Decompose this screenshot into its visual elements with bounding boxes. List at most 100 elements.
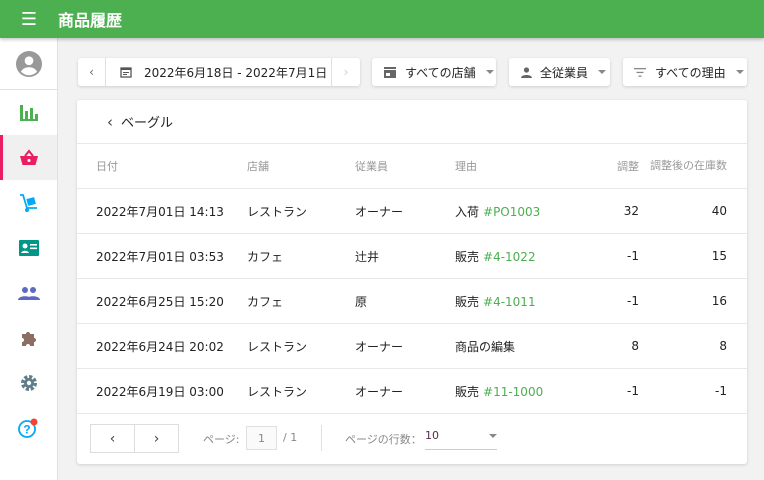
next-date-button[interactable]: › <box>331 58 360 86</box>
cell-date: 2022年7月01日 14:13 <box>96 204 224 219</box>
date-range-button[interactable]: 2022年6月18日 - 2022年7月1日 <box>106 64 331 81</box>
sidebar-item-settings[interactable] <box>0 360 57 405</box>
avatar[interactable] <box>0 38 57 90</box>
column-date[interactable]: 日付 <box>96 158 118 174</box>
table-header: 日付 店舗 従業員 理由 調整 調整後の在庫数 <box>77 144 747 189</box>
employee-filter[interactable]: 全従業員 <box>509 58 610 86</box>
sidebar: ? <box>0 38 58 480</box>
caret-down-icon <box>485 70 494 74</box>
cell-adjustment: 32 <box>623 204 639 218</box>
page-input[interactable]: 1 <box>246 426 277 450</box>
table-row[interactable]: 2022年7月01日 14:13 レストラン オーナー 入荷 #PO1003 32… <box>77 189 747 234</box>
cell-employee: オーナー <box>355 204 404 219</box>
date-range-picker: ‹ 2022年6月18日 - 2022年7月1日 › <box>78 58 360 86</box>
table-row[interactable]: 2022年7月01日 03:53 カフェ 辻井 販売 #4-1022 -1 15 <box>77 234 747 279</box>
column-store[interactable]: 店舗 <box>247 158 269 174</box>
cell-adjustment: -1 <box>627 384 639 398</box>
prev-page-button[interactable]: ‹ <box>90 424 135 453</box>
cell-stock-after: -1 <box>715 384 727 398</box>
cell-employee: 原 <box>355 294 368 309</box>
cell-date: 2022年6月19日 03:00 <box>96 384 224 399</box>
reason-text: 商品の編集 <box>455 339 516 354</box>
menu-icon[interactable]: ☰ <box>0 9 58 30</box>
reference-link[interactable]: #PO1003 <box>483 205 540 219</box>
reason-text: 販売 <box>455 294 480 309</box>
cell-reason: 販売 #4-1011 <box>455 293 536 310</box>
cell-stock-after: 16 <box>711 294 727 308</box>
help-icon: ? <box>17 418 37 438</box>
id-card-icon <box>18 239 39 256</box>
bar-chart-icon <box>19 104 38 121</box>
reason-filter[interactable]: すべての理由 <box>623 58 747 86</box>
sidebar-item-integrations[interactable] <box>0 315 57 360</box>
column-employee[interactable]: 従業員 <box>355 158 388 174</box>
store-filter[interactable]: すべての店舗 <box>372 58 496 86</box>
table-row[interactable]: 2022年6月19日 03:00 レストラン オーナー 販売 #11-1000 -… <box>77 369 747 414</box>
sidebar-item-customers[interactable] <box>0 225 57 270</box>
people-icon <box>17 286 40 300</box>
cell-employee: オーナー <box>355 384 404 399</box>
cell-store: レストラン <box>247 339 308 354</box>
cell-adjustment: 8 <box>631 339 639 353</box>
reference-link[interactable]: #4-1022 <box>483 250 536 264</box>
notification-badge <box>30 418 37 425</box>
cell-reason: 販売 #11-1000 <box>455 383 543 400</box>
column-reason[interactable]: 理由 <box>455 158 477 174</box>
chevron-left-icon: ‹ <box>107 112 113 131</box>
cell-date: 2022年6月25日 15:20 <box>96 294 224 309</box>
person-icon <box>521 66 532 78</box>
hand-truck-icon <box>19 193 37 212</box>
reference-link[interactable]: #4-1011 <box>483 295 536 309</box>
caret-down-icon <box>489 434 497 438</box>
divider <box>321 425 322 451</box>
reference-link[interactable]: #11-1000 <box>483 385 543 399</box>
cell-employee: オーナー <box>355 339 404 354</box>
sidebar-item-items[interactable] <box>0 135 57 180</box>
rows-per-page-select[interactable]: 10 <box>425 425 497 450</box>
cell-date: 2022年6月24日 20:02 <box>96 339 224 354</box>
column-adjustment[interactable]: 調整 <box>617 158 639 174</box>
cell-reason: 販売 #4-1022 <box>455 248 536 265</box>
page-label: ページ: <box>203 433 240 446</box>
next-page-button[interactable]: › <box>134 424 179 453</box>
sidebar-item-help[interactable]: ? <box>0 405 57 450</box>
store-filter-label: すべての店舗 <box>405 65 476 80</box>
table-row[interactable]: 2022年6月25日 15:20 カフェ 原 販売 #4-1011 -1 16 <box>77 279 747 324</box>
column-stock-after[interactable]: 調整後の在庫数 <box>647 158 727 174</box>
rows-per-page-value: 10 <box>425 429 439 442</box>
cell-store: レストラン <box>247 204 308 219</box>
cell-employee: 辻井 <box>355 249 380 264</box>
reason-text: 販売 <box>455 384 480 399</box>
caret-down-icon <box>735 70 744 74</box>
cell-store: カフェ <box>247 249 284 264</box>
svg-text:?: ? <box>23 422 30 436</box>
cell-store: カフェ <box>247 294 284 309</box>
cell-store: レストラン <box>247 384 308 399</box>
date-range-label: 2022年6月18日 - 2022年7月1日 <box>144 65 328 80</box>
sidebar-item-employees[interactable] <box>0 270 57 315</box>
pagination: ‹ › ページ: 1 / 1 ページの行数： 10 <box>77 413 747 464</box>
reason-text: 販売 <box>455 249 480 264</box>
prev-date-button[interactable]: ‹ <box>78 58 106 86</box>
cell-adjustment: -1 <box>627 294 639 308</box>
store-icon <box>384 66 396 78</box>
reason-filter-label: すべての理由 <box>655 65 726 80</box>
cell-adjustment: -1 <box>627 249 639 263</box>
employee-filter-label: 全従業員 <box>540 65 589 80</box>
cell-stock-after: 8 <box>719 339 727 353</box>
filter-icon <box>634 67 646 77</box>
cell-stock-after: 15 <box>711 249 727 263</box>
app-header: ☰ 商品履歴 <box>0 0 764 38</box>
basket-icon <box>19 148 38 165</box>
cell-stock-after: 40 <box>711 204 727 218</box>
rows-per-page-label: ページの行数： <box>345 433 422 446</box>
table-row[interactable]: 2022年6月24日 20:02 レストラン オーナー 商品の編集 8 8 <box>77 324 747 369</box>
cell-date: 2022年7月01日 03:53 <box>96 249 224 264</box>
sidebar-item-reports[interactable] <box>0 90 57 135</box>
back-button[interactable]: ‹ ベーグル <box>77 100 747 144</box>
gear-icon <box>20 374 37 391</box>
page-title: 商品履歴 <box>58 11 123 30</box>
item-name: ベーグル <box>121 116 174 131</box>
sidebar-item-inventory[interactable] <box>0 180 57 225</box>
history-card: ‹ ベーグル 日付 店舗 従業員 理由 調整 調整後の在庫数 2022年7月01日… <box>77 100 747 464</box>
